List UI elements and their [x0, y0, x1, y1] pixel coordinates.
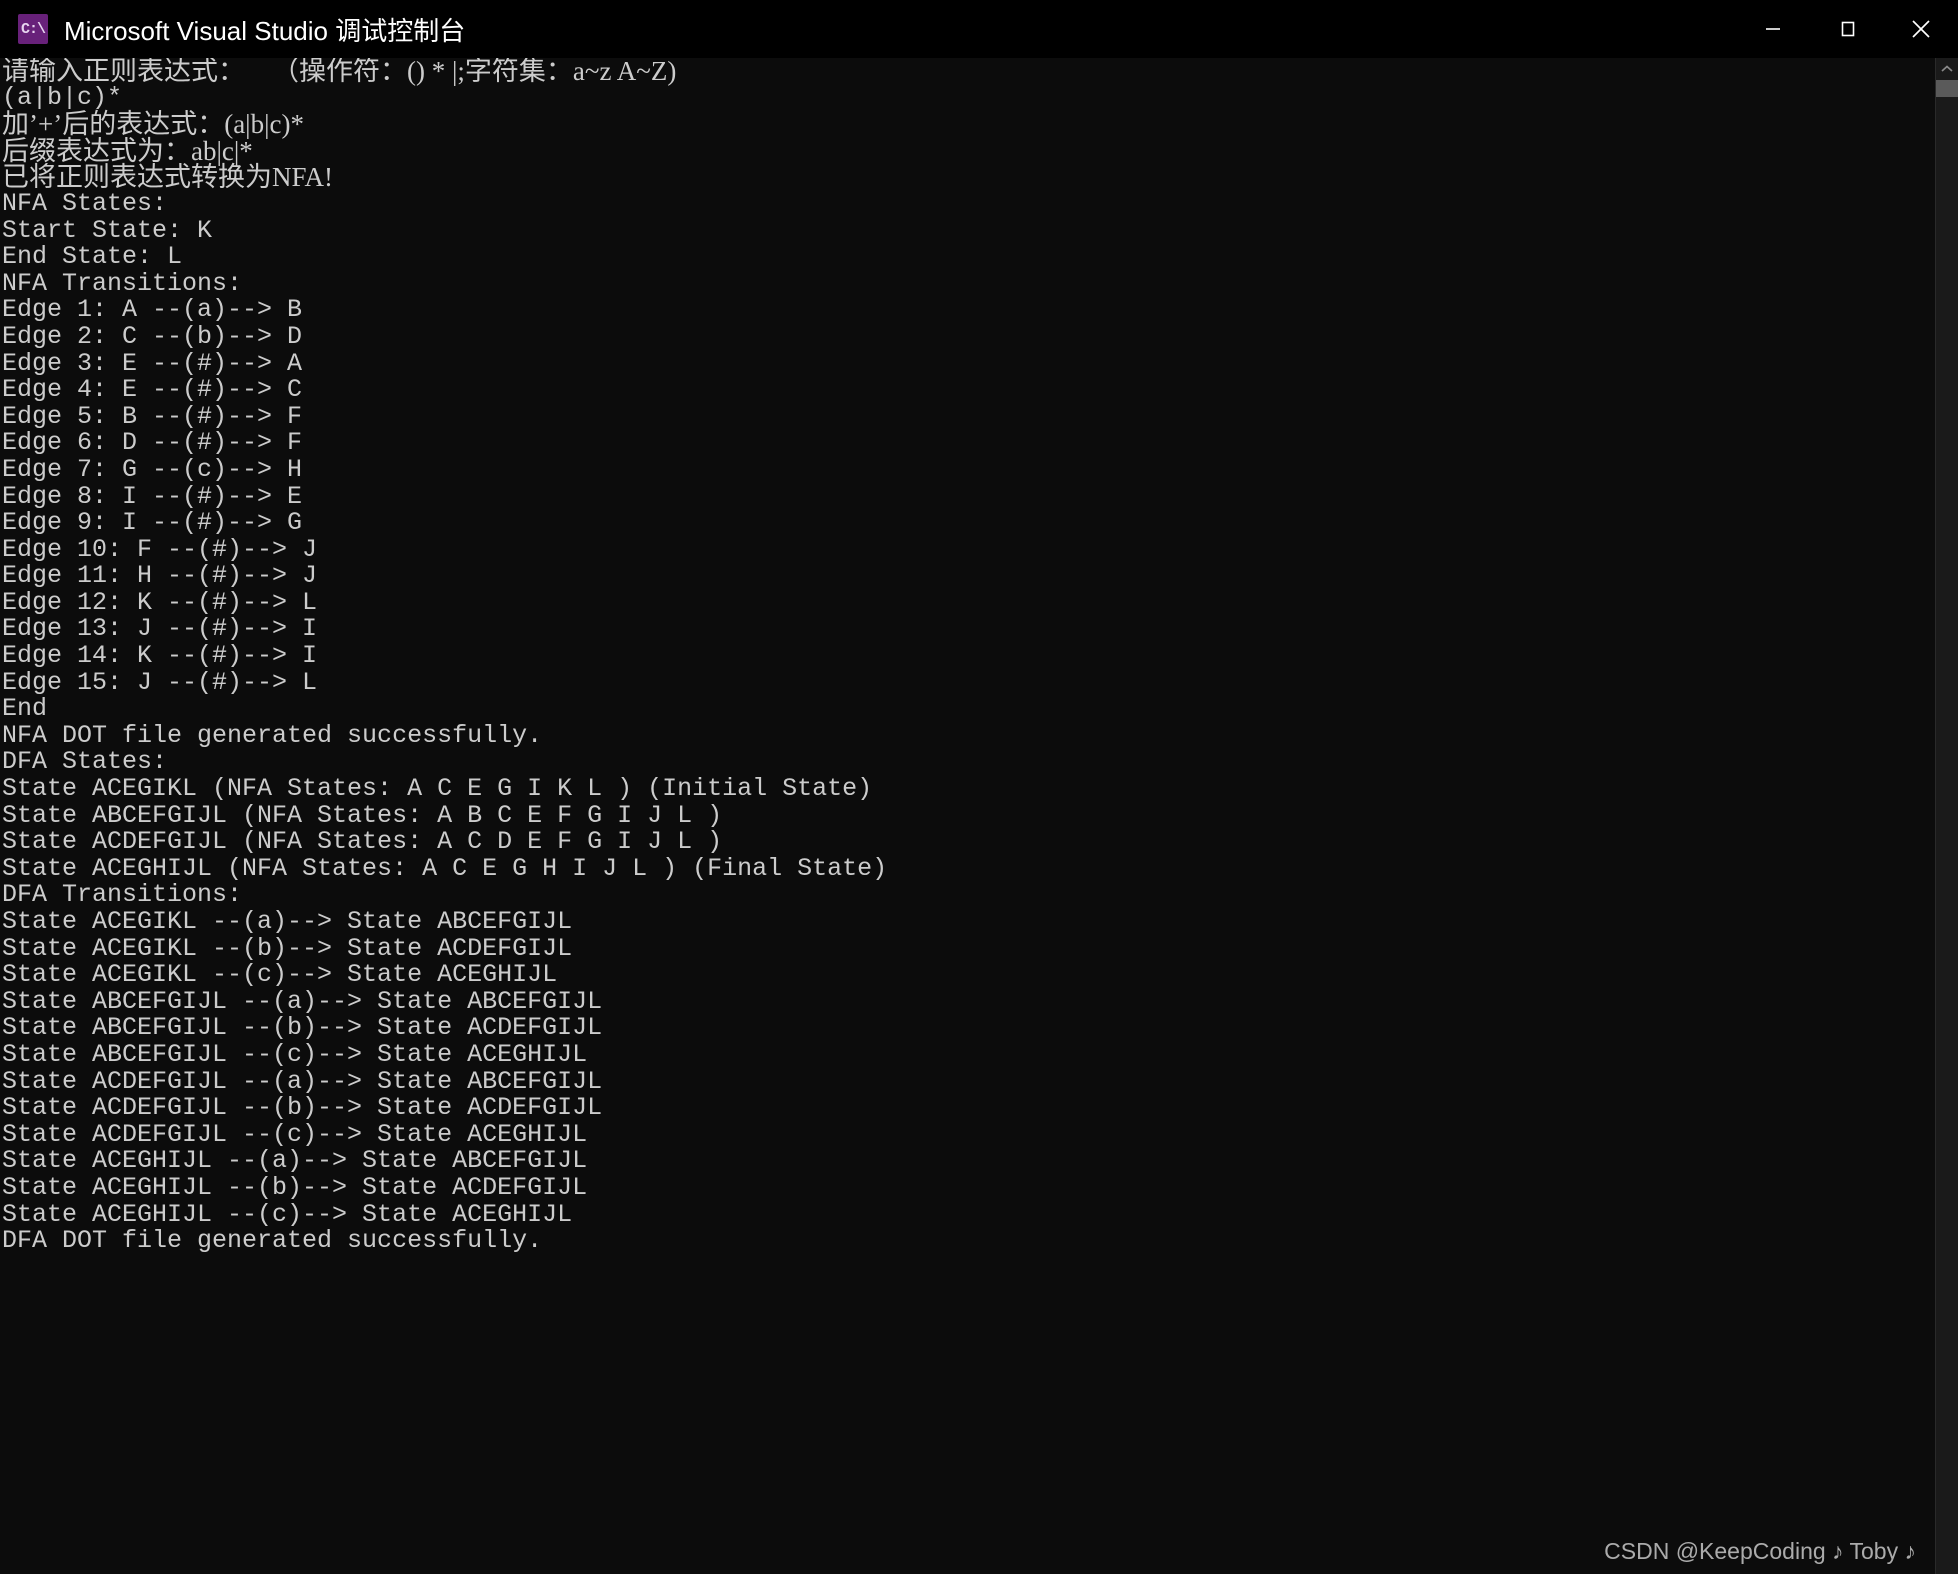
console-line: 请输入正则表达式： （操作符：() * |;字符集：a~z A~Z): [2, 58, 677, 86]
scroll-down-button[interactable]: [1936, 1552, 1958, 1574]
console-line: Edge 1: A --(a)--> B: [2, 295, 303, 325]
console-line: Edge 6: D --(#)--> F: [2, 428, 303, 458]
console-prompt-icon: C:\: [20, 20, 46, 38]
console-line: 加’+’后的表达式：(a|b|c)*: [2, 109, 304, 140]
maximize-button[interactable]: [1810, 0, 1884, 58]
console-line: Edge 15: J --(#)--> L: [2, 667, 318, 697]
console-line: Edge 2: C --(b)--> D: [2, 321, 303, 351]
console-line: State ACEGIKL --(c)--> State ACEGHIJL: [2, 960, 558, 990]
console-line: State ACDEFGIJL (NFA States: A C D E F G…: [2, 827, 723, 857]
console-line: 后缀表达式为：ab|c|*: [2, 135, 253, 166]
console-line: DFA Transitions:: [2, 880, 243, 910]
console-line: DFA DOT file generated successfully.: [2, 1226, 543, 1256]
console-line: State ACEGHIJL --(a)--> State ABCEFGIJL: [2, 1146, 588, 1176]
console-body: 请输入正则表达式： （操作符：() * |;字符集：a~z A~Z) (a|b|c…: [0, 58, 1958, 1574]
console-line: State ABCEFGIJL --(c)--> State ACEGHIJL: [2, 1039, 588, 1069]
console-line: State ABCEFGIJL --(b)--> State ACDEFGIJL: [2, 1013, 603, 1043]
console-line: State ABCEFGIJL --(a)--> State ABCEFGIJL: [2, 986, 603, 1016]
console-line: NFA DOT file generated successfully.: [2, 720, 543, 750]
console-line: State ACEGIKL --(a)--> State ABCEFGIJL: [2, 907, 573, 936]
scrollbar-thumb[interactable]: [1936, 80, 1958, 97]
console-line: State ACEGHIJL --(c)--> State ACEGHIJL: [2, 1199, 573, 1229]
title-bar[interactable]: C:\ Microsoft Visual Studio 调试控制台: [0, 0, 1958, 58]
console-line: End State: L: [2, 242, 183, 272]
console-line: Edge 13: J --(#)--> I: [2, 614, 318, 644]
console-line: State ACDEFGIJL --(c)--> State ACEGHIJL: [2, 1119, 588, 1149]
console-line: Edge 10: F --(#)--> J: [2, 534, 318, 564]
console-line: 已将正则表达式转换为NFA!: [2, 162, 334, 193]
console-line: State ACEGHIJL (NFA States: A C E G H I …: [2, 853, 888, 883]
console-line: State ACEGIKL --(b)--> State ACDEFGIJL: [2, 933, 573, 963]
scrollbar-track[interactable]: [1936, 80, 1958, 1552]
title-bar-left: C:\ Microsoft Visual Studio 调试控制台: [0, 11, 465, 48]
console-line: End: [2, 694, 48, 724]
console-output[interactable]: 请输入正则表达式： （操作符：() * |;字符集：a~z A~Z) (a|b|c…: [0, 58, 1935, 1574]
console-line: State ACEGHIJL --(b)--> State ACDEFGIJL: [2, 1172, 588, 1202]
console-line: NFA States:: [2, 188, 168, 218]
console-line: Edge 8: I --(#)--> E: [2, 481, 303, 511]
scroll-up-button[interactable]: [1936, 58, 1958, 80]
console-line: Edge 12: K --(#)--> L: [2, 587, 318, 617]
console-line: NFA Transitions:: [2, 268, 243, 298]
watermark-text: CSDN @KeepCoding ♪ Toby ♪: [1604, 1538, 1916, 1564]
console-line: Start State: K: [2, 215, 213, 245]
console-line: DFA States:: [2, 747, 168, 777]
console-line: Edge 4: E --(#)--> C: [2, 375, 303, 405]
window-title: Microsoft Visual Studio 调试控制台: [64, 15, 466, 46]
console-line: State ACEGIKL (NFA States: A C E G I K L…: [2, 774, 873, 804]
minimize-button[interactable]: [1736, 0, 1810, 58]
console-line: Edge 14: K --(#)--> I: [2, 641, 318, 671]
console-line: Edge 3: E --(#)--> A: [2, 348, 303, 378]
console-app-icon: C:\: [18, 14, 48, 44]
console-line: Edge 9: I --(#)--> G: [2, 508, 303, 538]
console-line: Edge 5: B --(#)--> F: [2, 401, 303, 431]
console-line: State ACDEFGIJL --(b)--> State ACDEFGIJL: [2, 1093, 603, 1123]
console-line: Edge 11: H --(#)--> J: [2, 561, 318, 591]
console-line: State ACDEFGIJL --(a)--> State ABCEFGIJL: [2, 1066, 603, 1096]
console-line: Edge 7: G --(c)--> H: [2, 454, 303, 484]
console-window: C:\ Microsoft Visual Studio 调试控制台 请输入正则表…: [0, 0, 1958, 1574]
console-line: (a|b|c)*: [2, 82, 123, 112]
console-line: State ABCEFGIJL (NFA States: A B C E F G…: [2, 800, 723, 830]
vertical-scrollbar[interactable]: [1935, 58, 1958, 1574]
close-button[interactable]: [1884, 0, 1958, 58]
window-controls: [1736, 0, 1958, 58]
